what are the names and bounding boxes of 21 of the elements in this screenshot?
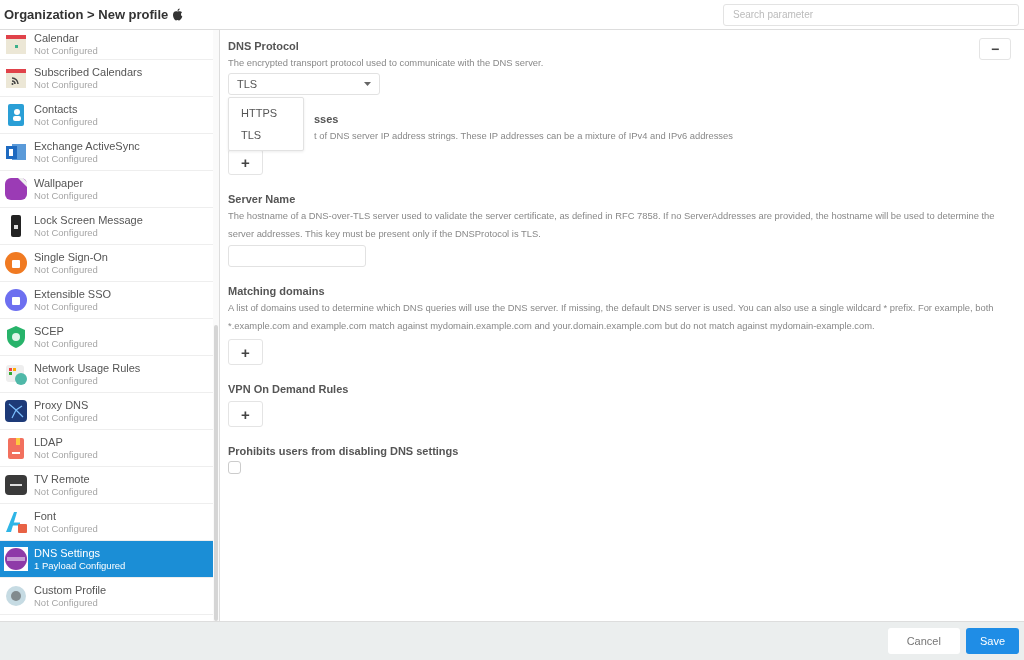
field-description: t of DNS server IP address strings. These IP addresses can be a mixture of IPv4 and IPv6 addresses	[314, 129, 733, 143]
add-button[interactable]: +	[228, 401, 263, 427]
add-button[interactable]: +	[228, 149, 263, 175]
breadcrumb: Organization > New profile	[4, 7, 184, 22]
field-label: Matching domains	[228, 284, 325, 299]
dropdown-option[interactable]: TLS	[229, 124, 303, 146]
dropdown-option[interactable]: HTTPS	[229, 102, 303, 124]
field-label: sses	[314, 112, 339, 127]
search-field[interactable]: Search parameter	[723, 3, 1019, 26]
protocol-select[interactable]: TLS	[228, 73, 380, 95]
field-label: VPN On Demand Rules	[228, 382, 349, 397]
sidebar-item[interactable]: DNS Settings 1 Payload Configured	[0, 541, 213, 578]
remove-button[interactable]: −	[979, 38, 1011, 60]
field-description: The encrypted transport protocol used to communicate with the DNS server.	[228, 56, 544, 70]
add-button[interactable]: +	[228, 339, 263, 365]
field-description: The hostname of a DNS-over-TLS server used to validate the server certificate, as defined in RFC 7858. If no ServerAddresses are provided, the hostname will be used to determine the server addresses. This key must be present only if the DNSProtocol is TLS.	[228, 209, 996, 241]
field-label: DNS Protocol	[228, 39, 299, 54]
field-label: Prohibits users from disabling DNS settings	[228, 444, 459, 459]
field-label: Server Name	[228, 192, 296, 207]
field-description: A list of domains used to determine which DNS queries will use the DNS server. If missing, the default DNS server is used. You can also use a single wildcard * prefix. For example, both *.example.com and example.com match against mydomain.example.com and your.domain.example.com but do not match against mydomain-example.com.	[228, 301, 995, 333]
cancel-button[interactable]: Cancel	[887, 628, 960, 654]
